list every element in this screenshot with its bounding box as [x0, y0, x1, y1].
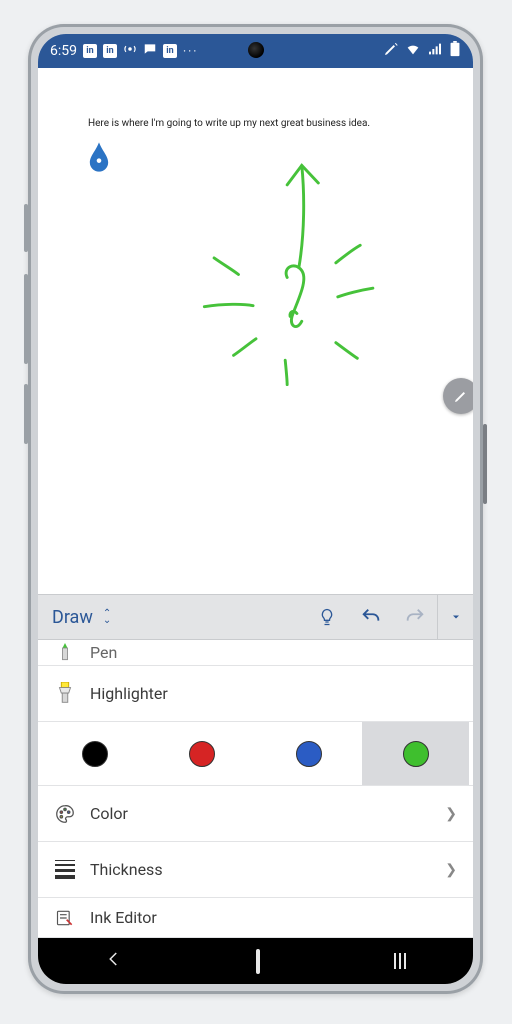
- linkedin-icon: in: [163, 44, 177, 58]
- screen: 6:59 in in in ···: [38, 34, 473, 984]
- tool-label: Ink Editor: [90, 908, 157, 927]
- side-button: [24, 274, 28, 364]
- swatch-red[interactable]: [149, 722, 256, 785]
- thickness-icon: [54, 859, 76, 881]
- swatch-black[interactable]: [42, 722, 149, 785]
- chevron-right-icon: ❯: [445, 862, 457, 878]
- highlighter-icon: [54, 683, 76, 705]
- ribbon-dropdown[interactable]: [437, 594, 473, 640]
- ink-drawing: [38, 68, 473, 594]
- side-button: [24, 204, 28, 252]
- phone-frame: 6:59 in in in ···: [28, 24, 483, 994]
- front-camera: [248, 42, 264, 58]
- ribbon-tab-label: Draw: [52, 607, 93, 628]
- ribbon-tab-draw[interactable]: Draw ⌃⌄: [38, 607, 125, 628]
- edit-fab[interactable]: [443, 378, 473, 414]
- document-canvas[interactable]: Here is where I'm going to write up my n…: [38, 68, 473, 594]
- android-navbar: [38, 938, 473, 984]
- ink-editor-icon: [54, 907, 76, 929]
- more-notifications: ···: [183, 44, 198, 58]
- expand-icon: ⌃⌄: [103, 610, 111, 624]
- tool-list: Pen Highlighter Color ❯: [38, 640, 473, 938]
- color-swatches: [38, 722, 473, 786]
- swatch-blue[interactable]: [256, 722, 363, 785]
- clock: 6:59: [50, 43, 77, 59]
- tool-thickness[interactable]: Thickness ❯: [38, 842, 473, 898]
- tool-color[interactable]: Color ❯: [38, 786, 473, 842]
- battery-icon: [449, 41, 461, 61]
- nav-home[interactable]: [256, 951, 260, 972]
- tool-label: Thickness: [90, 860, 163, 879]
- nav-back[interactable]: [105, 950, 123, 973]
- redo-button[interactable]: [393, 594, 437, 640]
- signal-icon: [427, 41, 443, 61]
- tool-label: Color: [90, 804, 128, 823]
- tool-ink-editor[interactable]: Ink Editor: [38, 898, 473, 938]
- tool-pen[interactable]: Pen: [38, 640, 473, 666]
- tool-highlighter[interactable]: Highlighter: [38, 666, 473, 722]
- tool-label: Pen: [90, 643, 117, 662]
- pen-signal-icon: [383, 41, 399, 61]
- palette-icon: [54, 803, 76, 825]
- linkedin-icon: in: [103, 44, 117, 58]
- swatch-green[interactable]: [362, 722, 469, 785]
- nav-recent[interactable]: [394, 953, 406, 969]
- hint-button[interactable]: [305, 594, 349, 640]
- tool-label: Highlighter: [90, 684, 168, 703]
- side-button: [24, 384, 28, 444]
- pen-icon: [54, 642, 76, 664]
- wifi-icon: [405, 41, 421, 61]
- broadcast-icon: [123, 42, 137, 60]
- linkedin-icon: in: [83, 44, 97, 58]
- undo-button[interactable]: [349, 594, 393, 640]
- chevron-right-icon: ❯: [445, 806, 457, 822]
- ribbon-header: Draw ⌃⌄: [38, 594, 473, 640]
- chat-icon: [143, 42, 157, 60]
- side-button: [483, 424, 487, 504]
